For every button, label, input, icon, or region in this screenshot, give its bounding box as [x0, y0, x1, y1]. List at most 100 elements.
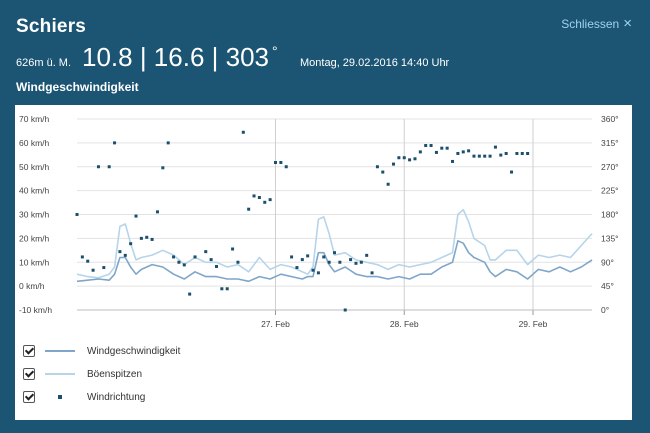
direction-point: [129, 242, 133, 246]
direction-point: [300, 258, 304, 262]
direction-point: [499, 153, 503, 157]
direction-point: [247, 207, 251, 211]
direction-point: [177, 260, 181, 264]
direction-point: [306, 254, 310, 258]
station-name: Schiers: [16, 16, 87, 37]
direction-point: [504, 151, 508, 155]
y-left-tick-label: 70 km/h: [19, 114, 50, 124]
close-button[interactable]: Schliessen ×: [561, 15, 632, 32]
direction-point: [96, 165, 100, 169]
direction-point: [327, 260, 331, 264]
values-text: 10.8 | 16.6 | 303: [82, 42, 269, 72]
close-label: Schliessen: [561, 17, 620, 31]
direction-point: [408, 158, 412, 162]
direction-point: [204, 250, 208, 254]
y-left-tick-label: 40 km/h: [19, 186, 50, 196]
y-left-tick-label: 60 km/h: [19, 138, 50, 148]
direction-point: [166, 141, 170, 145]
direction-point: [467, 149, 471, 153]
speed-checkbox-icon[interactable]: [23, 345, 35, 357]
y-left-tick-label: -10 km/h: [19, 305, 52, 315]
direction-point: [214, 264, 218, 268]
direction-point: [134, 214, 138, 218]
legend-item-direction[interactable]: Windrichtung: [23, 389, 145, 405]
x-tick-label: 27. Feb: [261, 319, 290, 329]
y-right-tick-label: 90°: [601, 257, 614, 267]
direction-point: [182, 263, 186, 267]
speed-line-swatch: [45, 346, 75, 356]
direction-point: [273, 161, 277, 165]
legend-item-speed[interactable]: Windgeschwindigkeit: [23, 343, 180, 359]
direction-point: [145, 235, 149, 239]
legend-item-gusts[interactable]: Böenspitzen: [23, 366, 142, 382]
speed-series-line: [76, 240, 593, 283]
direction-point: [402, 156, 406, 160]
direction-point: [451, 159, 455, 163]
direction-point: [290, 255, 294, 259]
direction-point: [231, 247, 235, 251]
direction-dot-swatch: [45, 392, 75, 402]
direction-point: [493, 145, 497, 149]
y-right-tick-label: 135°: [601, 233, 619, 243]
direction-point: [316, 271, 320, 275]
direction-point: [375, 165, 379, 169]
direction-point: [263, 200, 267, 204]
direction-point: [295, 266, 299, 270]
direction-point: [397, 156, 401, 160]
direction-point: [445, 146, 449, 150]
direction-point: [150, 237, 154, 241]
y-left-tick-label: 20 km/h: [19, 233, 50, 243]
y-right-tick-label: 180°: [601, 210, 619, 220]
close-icon: ×: [623, 15, 632, 32]
direction-point: [424, 144, 428, 148]
y-left-tick-label: 0 km/h: [19, 281, 45, 291]
direction-point: [102, 266, 106, 270]
station-header: Schiers Schliessen × 626m ü. M. 10.8 | 1…: [0, 0, 650, 100]
direction-checkbox-icon[interactable]: [23, 391, 35, 403]
y-right-tick-label: 45°: [601, 281, 614, 291]
direction-point: [80, 255, 84, 259]
direction-point: [188, 292, 192, 296]
direction-point: [268, 198, 272, 202]
direction-point: [456, 151, 460, 155]
altitude-label: 626m ü. M.: [16, 57, 72, 69]
direction-point: [413, 157, 417, 161]
direction-point: [418, 150, 422, 154]
direction-point: [515, 151, 519, 155]
direction-point: [434, 150, 438, 154]
direction-point: [75, 213, 79, 216]
direction-point: [461, 150, 465, 154]
degree-symbol: °: [272, 43, 278, 59]
direction-point: [155, 210, 159, 214]
direction-point: [343, 308, 347, 312]
direction-point: [359, 260, 363, 264]
direction-point: [209, 258, 213, 262]
y-right-tick-label: 0°: [601, 305, 609, 315]
measurement-datetime: Montag, 29.02.2016 14:40 Uhr: [300, 57, 450, 69]
legend-label-direction: Windrichtung: [87, 391, 146, 403]
gusts-checkbox-icon[interactable]: [23, 368, 35, 380]
direction-point: [338, 260, 342, 264]
chart-panel: -10 km/h 0 km/h 10 km/h 20 km/h 30 km/h 40 km…: [15, 105, 632, 420]
direction-point: [172, 255, 176, 259]
direction-point: [392, 162, 396, 166]
y-right-tick-label: 360°: [601, 114, 619, 124]
y-left-tick-label: 50 km/h: [19, 162, 50, 172]
direction-point: [354, 261, 358, 265]
y-right-tick-label: 315°: [601, 138, 619, 148]
legend-label-gusts: Böenspitzen: [87, 368, 143, 380]
y-left-tick-label: 30 km/h: [19, 210, 50, 220]
direction-point: [241, 130, 245, 134]
direction-point: [349, 258, 353, 262]
direction-point: [118, 250, 122, 254]
direction-point: [252, 194, 256, 198]
current-values: 10.8 | 16.6 | 303 °: [82, 42, 278, 73]
direction-point: [365, 253, 369, 257]
direction-point: [284, 165, 288, 169]
direction-point: [520, 151, 524, 155]
direction-point: [161, 166, 165, 170]
direction-point: [477, 154, 481, 158]
direction-point: [472, 154, 476, 158]
direction-point: [440, 146, 444, 150]
direction-point: [333, 251, 336, 255]
